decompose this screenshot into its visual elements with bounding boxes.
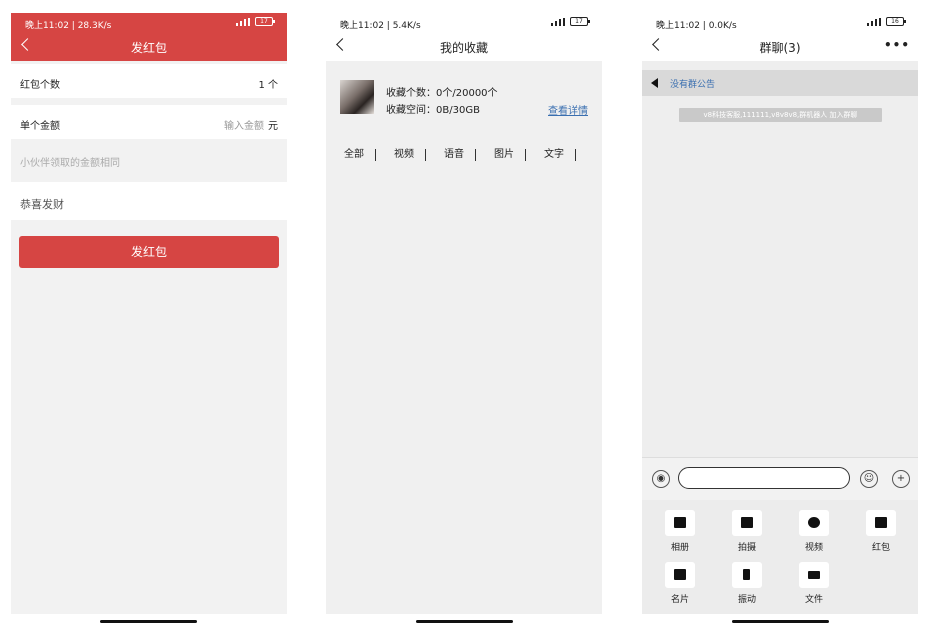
status-time: 晚上11:02 | 28.3K/s xyxy=(25,21,112,31)
tool-vibrate[interactable]: 振动 xyxy=(725,562,769,605)
signal-icon xyxy=(236,17,252,26)
tab-voice[interactable]: 语音 xyxy=(426,149,476,161)
favorites-count: 收藏个数：0个/20000个 xyxy=(386,88,498,99)
send-red-packet-button[interactable]: 发红包 xyxy=(19,236,279,268)
status-time: 晚上11:02 | 0.0K/s xyxy=(656,21,737,31)
home-indicator[interactable] xyxy=(416,620,513,623)
tool-camera[interactable]: 拍摄 xyxy=(725,510,769,553)
group-notice-bar[interactable]: 没有群公告 xyxy=(642,70,918,96)
tab-text[interactable]: 文字 xyxy=(526,149,576,161)
favorites-tabs: 全部 视频 语音 图片 文字 xyxy=(326,149,602,161)
group-notice-text[interactable]: 没有群公告 xyxy=(670,77,715,90)
battery-icon: 17 xyxy=(570,17,590,26)
favorites-header: 晚上11:02 | 5.4K/s 17 我的收藏 xyxy=(326,13,602,61)
tool-label: 振动 xyxy=(737,595,756,605)
view-details-link[interactable]: 查看详情 xyxy=(548,102,588,117)
signal-icon xyxy=(551,17,567,26)
camera-icon xyxy=(732,510,762,536)
home-indicator[interactable] xyxy=(732,620,829,623)
favorites-space: 收藏空间：0B/30GB xyxy=(386,105,480,116)
status-bar: 晚上11:02 | 28.3K/s 17 xyxy=(11,13,287,33)
red-packet-screen: 晚上11:02 | 28.3K/s 17 发红包 红包个数 1 个 单个金额 输… xyxy=(11,13,287,614)
amount-field[interactable]: 输入金额元 xyxy=(224,117,278,132)
packet-count-value[interactable]: 1 个 xyxy=(258,76,278,91)
tab-video[interactable]: 视频 xyxy=(376,149,426,161)
packet-count-row[interactable]: 红包个数 1 个 xyxy=(11,64,287,98)
album-icon xyxy=(665,510,695,536)
message-input[interactable] xyxy=(678,467,850,489)
tool-album[interactable]: 相册 xyxy=(658,510,702,553)
page-title: 发红包 xyxy=(130,41,167,55)
navbar: 发红包 xyxy=(11,33,287,61)
battery-icon: 17 xyxy=(255,17,275,26)
tool-file[interactable]: 文件 xyxy=(792,562,836,605)
status-icons: 17 xyxy=(551,17,590,26)
amount-unit: 元 xyxy=(268,121,278,132)
navbar: 我的收藏 xyxy=(326,33,602,61)
emoji-icon[interactable]: ☺ xyxy=(860,470,878,488)
tool-card[interactable]: 名片 xyxy=(658,562,702,605)
amount-label: 单个金额 xyxy=(20,121,60,132)
tool-red-packet[interactable]: 红包 xyxy=(859,510,903,553)
avatar[interactable] xyxy=(340,80,374,114)
home-indicator[interactable] xyxy=(100,620,197,623)
status-bar: 晚上11:02 | 5.4K/s 17 xyxy=(326,13,602,33)
tool-video[interactable]: 视频 xyxy=(792,510,836,553)
vibrate-icon xyxy=(732,562,762,588)
page-title: 群聊(3) xyxy=(759,41,801,55)
folder-icon xyxy=(799,562,829,588)
status-time: 晚上11:02 | 5.4K/s xyxy=(340,21,421,31)
favorites-screen: 晚上11:02 | 5.4K/s 17 我的收藏 收藏个数：0个/20000个 … xyxy=(326,13,602,614)
tool-label: 名片 xyxy=(670,595,689,605)
tab-image[interactable]: 图片 xyxy=(476,149,526,161)
tool-label: 相册 xyxy=(670,543,689,553)
page-title: 我的收藏 xyxy=(439,41,488,55)
status-icons: 16 xyxy=(867,17,906,26)
chat-input-bar: ◉ ☺ + xyxy=(642,457,918,500)
tool-label: 文件 xyxy=(804,595,823,605)
red-packet-header: 晚上11:02 | 28.3K/s 17 发红包 xyxy=(11,13,287,61)
group-chat-screen: 晚上11:02 | 0.0K/s 16 群聊(3) ••• 没有群公告 v8科技… xyxy=(642,13,918,614)
system-join-message: v8科技客服,111111,v8v8v8,群机器人 加入群聊 xyxy=(679,108,882,122)
greeting-text[interactable]: 恭喜发财 xyxy=(20,196,64,212)
tab-all[interactable]: 全部 xyxy=(326,149,376,161)
greeting-field[interactable]: 恭喜发财 xyxy=(11,182,287,220)
card-icon xyxy=(665,562,695,588)
more-icon[interactable]: ••• xyxy=(884,38,910,52)
status-bar: 晚上11:02 | 0.0K/s 16 xyxy=(642,13,918,33)
red-packet-icon xyxy=(866,510,896,536)
tool-label: 拍摄 xyxy=(737,543,756,553)
battery-icon: 16 xyxy=(886,17,906,26)
amount-placeholder[interactable]: 输入金额 xyxy=(224,121,264,132)
tool-label: 视频 xyxy=(804,543,823,553)
signal-icon xyxy=(867,17,883,26)
tool-label: 红包 xyxy=(871,543,890,553)
voice-icon[interactable]: ◉ xyxy=(652,470,670,488)
more-tools-panel: 相册 拍摄 视频 红包 名片 振动 文件 xyxy=(642,500,918,614)
chat-header: 晚上11:02 | 0.0K/s 16 群聊(3) ••• xyxy=(642,13,918,61)
amount-row[interactable]: 单个金额 输入金额元 xyxy=(11,105,287,139)
status-icons: 17 xyxy=(236,17,275,26)
plus-icon[interactable]: + xyxy=(892,470,910,488)
amount-note: 小伙伴领取的金额相同 xyxy=(20,158,120,169)
speaker-icon xyxy=(651,78,658,88)
video-icon xyxy=(799,510,829,536)
packet-count-label: 红包个数 xyxy=(20,80,60,91)
navbar: 群聊(3) ••• xyxy=(642,33,918,61)
